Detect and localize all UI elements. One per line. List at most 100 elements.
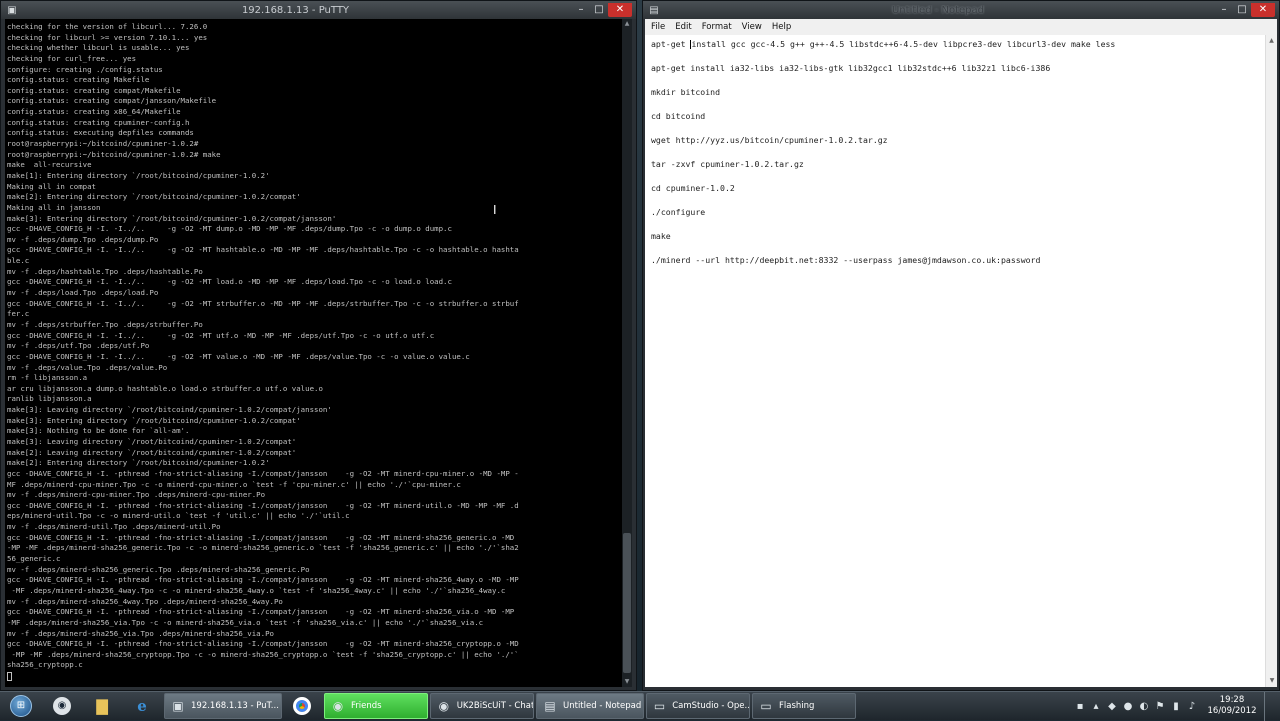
start-button[interactable]: ⊞ — [0, 692, 42, 721]
notepad-icon[interactable]: ▤ — [647, 4, 661, 16]
editor-line: wget http://yyz.us/bitcoin/cpuminer-1.0.… — [651, 135, 888, 145]
terminal-line: checking for curl_free... yes — [7, 53, 137, 63]
putty-icon[interactable]: ▣ — [5, 4, 19, 16]
terminal-line: root@raspberrypi:~/bitcoind/cpuminer-1.0… — [7, 139, 199, 149]
volume-icon[interactable]: ♪ — [1184, 701, 1200, 712]
menu-help[interactable]: Help — [772, 22, 791, 32]
task-label: Flashing — [779, 701, 815, 711]
tray-app-icon[interactable]: ▴ — [1088, 701, 1104, 712]
task-putty[interactable]: ▣ 192.168.1.13 - PuT... — [164, 693, 282, 719]
desktop: ▣ 192.168.1.13 - PuTTY – □ ✕ checking fo… — [0, 0, 1280, 721]
terminal-line: mv -f .deps/minerd-util.Tpo .deps/minerd… — [7, 522, 221, 532]
terminal-line: config.status: creating compat/Makefile — [7, 85, 181, 95]
terminal-line: mv -f .deps/minerd-sha256_4way.Tpo .deps… — [7, 596, 283, 606]
text-cursor-icon: I — [493, 203, 497, 217]
scroll-down-arrow-icon[interactable]: ▼ — [1266, 675, 1278, 687]
terminal-line: sha256_cryptopp.c — [7, 660, 83, 670]
notepad-menubar: File Edit Format View Help — [645, 19, 1277, 35]
steam-icon: ◉ — [438, 699, 450, 713]
menu-file[interactable]: File — [651, 22, 665, 32]
tray-app-icon[interactable]: ◆ — [1104, 701, 1120, 712]
terminal-line: mv -f .deps/minerd-cpu-miner.Tpo .deps/m… — [7, 490, 266, 500]
editor-line: tar -zxvf cpuminer-1.0.2.tar.gz — [651, 159, 804, 169]
notepad-window[interactable]: ▤ Untitled - Notepad – □ ✕ File Edit For… — [642, 0, 1280, 691]
terminal-line: mv -f .deps/load.Tpo .deps/load.Po — [7, 288, 159, 298]
network-icon[interactable]: ▮ — [1168, 701, 1184, 712]
close-button[interactable]: ✕ — [1251, 3, 1275, 17]
pinned-internet-explorer[interactable]: e — [122, 693, 162, 720]
terminal-line: make[3]: Entering directory `/root/bitco… — [7, 213, 337, 223]
terminal-line: config.status: creating compat/jansson/M… — [7, 96, 217, 106]
menu-view[interactable]: View — [742, 22, 762, 32]
task-label: CamStudio - Ope... — [672, 701, 749, 711]
terminal-output[interactable]: checking for the version of libcurl... 7… — [5, 19, 622, 687]
terminal-line: gcc -DHAVE_CONFIG_H -I. -I../.. -g -O2 -… — [7, 330, 435, 340]
menu-format[interactable]: Format — [702, 22, 732, 32]
putty-title: 192.168.1.13 - PuTTY — [241, 4, 350, 16]
terminal-cursor-line — [7, 671, 620, 682]
terminal-line: -MP -MF .deps/minerd-sha256_cryptopp.Tpo… — [7, 649, 519, 659]
task-notepad[interactable]: ▤ Untitled - Notepad — [536, 693, 644, 719]
notepad-title: Untitled - Notepad — [891, 4, 985, 16]
putty-titlebar[interactable]: ▣ 192.168.1.13 - PuTTY – □ ✕ — [1, 1, 636, 19]
tray-app-icon[interactable]: ● — [1120, 701, 1136, 712]
minimize-button[interactable]: – — [1215, 3, 1233, 17]
show-desktop-button[interactable] — [1264, 691, 1274, 721]
maximize-button[interactable]: □ — [590, 3, 608, 17]
terminal-line: make[2]: Entering directory `/root/bitco… — [7, 192, 301, 202]
scroll-up-arrow-icon[interactable]: ▲ — [622, 19, 632, 29]
terminal-line: gcc -DHAVE_CONFIG_H -I. -I../.. -g -O2 -… — [7, 351, 470, 361]
clock-date: 16/09/2012 — [1207, 706, 1257, 716]
notepad-scrollbar[interactable]: ▲ ▼ — [1265, 35, 1277, 687]
terminal-line: ar cru libjansson.a dump.o hashtable.o l… — [7, 383, 323, 393]
terminal-line: -MF .deps/minerd-sha256_4way.Tpo -c -o m… — [7, 585, 506, 595]
terminal-line: make[3]: Entering directory `/root/bitco… — [7, 415, 301, 425]
task-flashing[interactable]: ▭ Flashing — [752, 693, 856, 719]
maximize-button[interactable]: □ — [1233, 3, 1251, 17]
terminal-line: make[1]: Entering directory `/root/bitco… — [7, 170, 270, 180]
terminal-line: mv -f .deps/minerd-sha256_via.Tpo .deps/… — [7, 628, 274, 638]
scroll-down-arrow-icon[interactable]: ▼ — [622, 677, 632, 687]
notepad-titlebar[interactable]: ▤ Untitled - Notepad – □ ✕ — [643, 1, 1279, 19]
clock[interactable]: 19:28 16/09/2012 — [1206, 695, 1258, 717]
pinned-steam[interactable]: ◉ — [42, 693, 82, 720]
notepad-icon: ▤ — [544, 699, 556, 713]
close-button[interactable]: ✕ — [608, 3, 632, 17]
terminal-line: mv -f .deps/utf.Tpo .deps/utf.Po — [7, 341, 150, 351]
notepad-text-area[interactable]: apt-get install gcc gcc-4.5 g++ g++-4.5 … — [645, 35, 1265, 687]
terminal-line: -MF .deps/minerd-sha256_via.Tpo -c -o mi… — [7, 617, 484, 627]
terminal-line: rm -f libjansson.a — [7, 373, 88, 383]
terminal-line: mv -f .deps/value.Tpo .deps/value.Po — [7, 362, 168, 372]
putty-window[interactable]: ▣ 192.168.1.13 - PuTTY – □ ✕ checking fo… — [0, 0, 637, 691]
terminal-line: fer.c — [7, 309, 30, 319]
pinned-chrome[interactable] — [282, 693, 322, 720]
scrollbar-thumb[interactable] — [623, 533, 631, 673]
task-label: Untitled - Notepad — [563, 701, 642, 711]
folder-icon: ▇ — [96, 697, 108, 715]
scroll-up-arrow-icon[interactable]: ▲ — [1266, 35, 1277, 47]
terminal-line: MF .deps/minerd-cpu-miner.Tpo -c -o mine… — [7, 479, 461, 489]
menu-edit[interactable]: Edit — [675, 22, 691, 32]
terminal-line: Making all in jansson — [7, 202, 101, 212]
taskbar: ⊞ ◉ ▇ e ▣ 192.168.1.13 - PuT... ◉ Friend… — [0, 691, 1280, 721]
terminal-line: ble.c — [7, 256, 30, 266]
terminal-line: mv -f .deps/hashtable.Tpo .deps/hashtabl… — [7, 266, 203, 276]
task-chat[interactable]: ◉ UK2BiScUiT - Chat — [430, 693, 534, 719]
terminal-line: gcc -DHAVE_CONFIG_H -I. -pthread -fno-st… — [7, 532, 515, 542]
task-camstudio[interactable]: ▭ CamStudio - Ope... — [646, 693, 750, 719]
system-tray: ▪ ▴ ◆ ● ◐ ⚑ ▮ ♪ 19:28 16/09/2012 — [1072, 691, 1280, 721]
tray-app-icon[interactable]: ◐ — [1136, 701, 1152, 712]
terminal-cursor — [7, 671, 12, 681]
terminal-line: gcc -DHAVE_CONFIG_H -I. -pthread -fno-st… — [7, 639, 519, 649]
tray-app-icon[interactable]: ▪ — [1072, 701, 1088, 712]
terminal-line: mv -f .deps/strbuffer.Tpo .deps/strbuffe… — [7, 319, 203, 329]
minimize-button[interactable]: – — [572, 3, 590, 17]
editor-line: ./minerd --url http://deepbit.net:8332 -… — [651, 255, 1041, 265]
editor-text: apt-get — [651, 39, 691, 49]
flag-icon[interactable]: ⚑ — [1152, 701, 1168, 712]
terminal-scrollbar[interactable]: ▲ ▼ — [622, 19, 632, 687]
steam-icon: ◉ — [332, 699, 344, 713]
task-friends[interactable]: ◉ Friends — [324, 693, 428, 719]
terminal-line: make[3]: Nothing to be done for `all-am'… — [7, 426, 190, 436]
pinned-explorer[interactable]: ▇ — [82, 693, 122, 720]
